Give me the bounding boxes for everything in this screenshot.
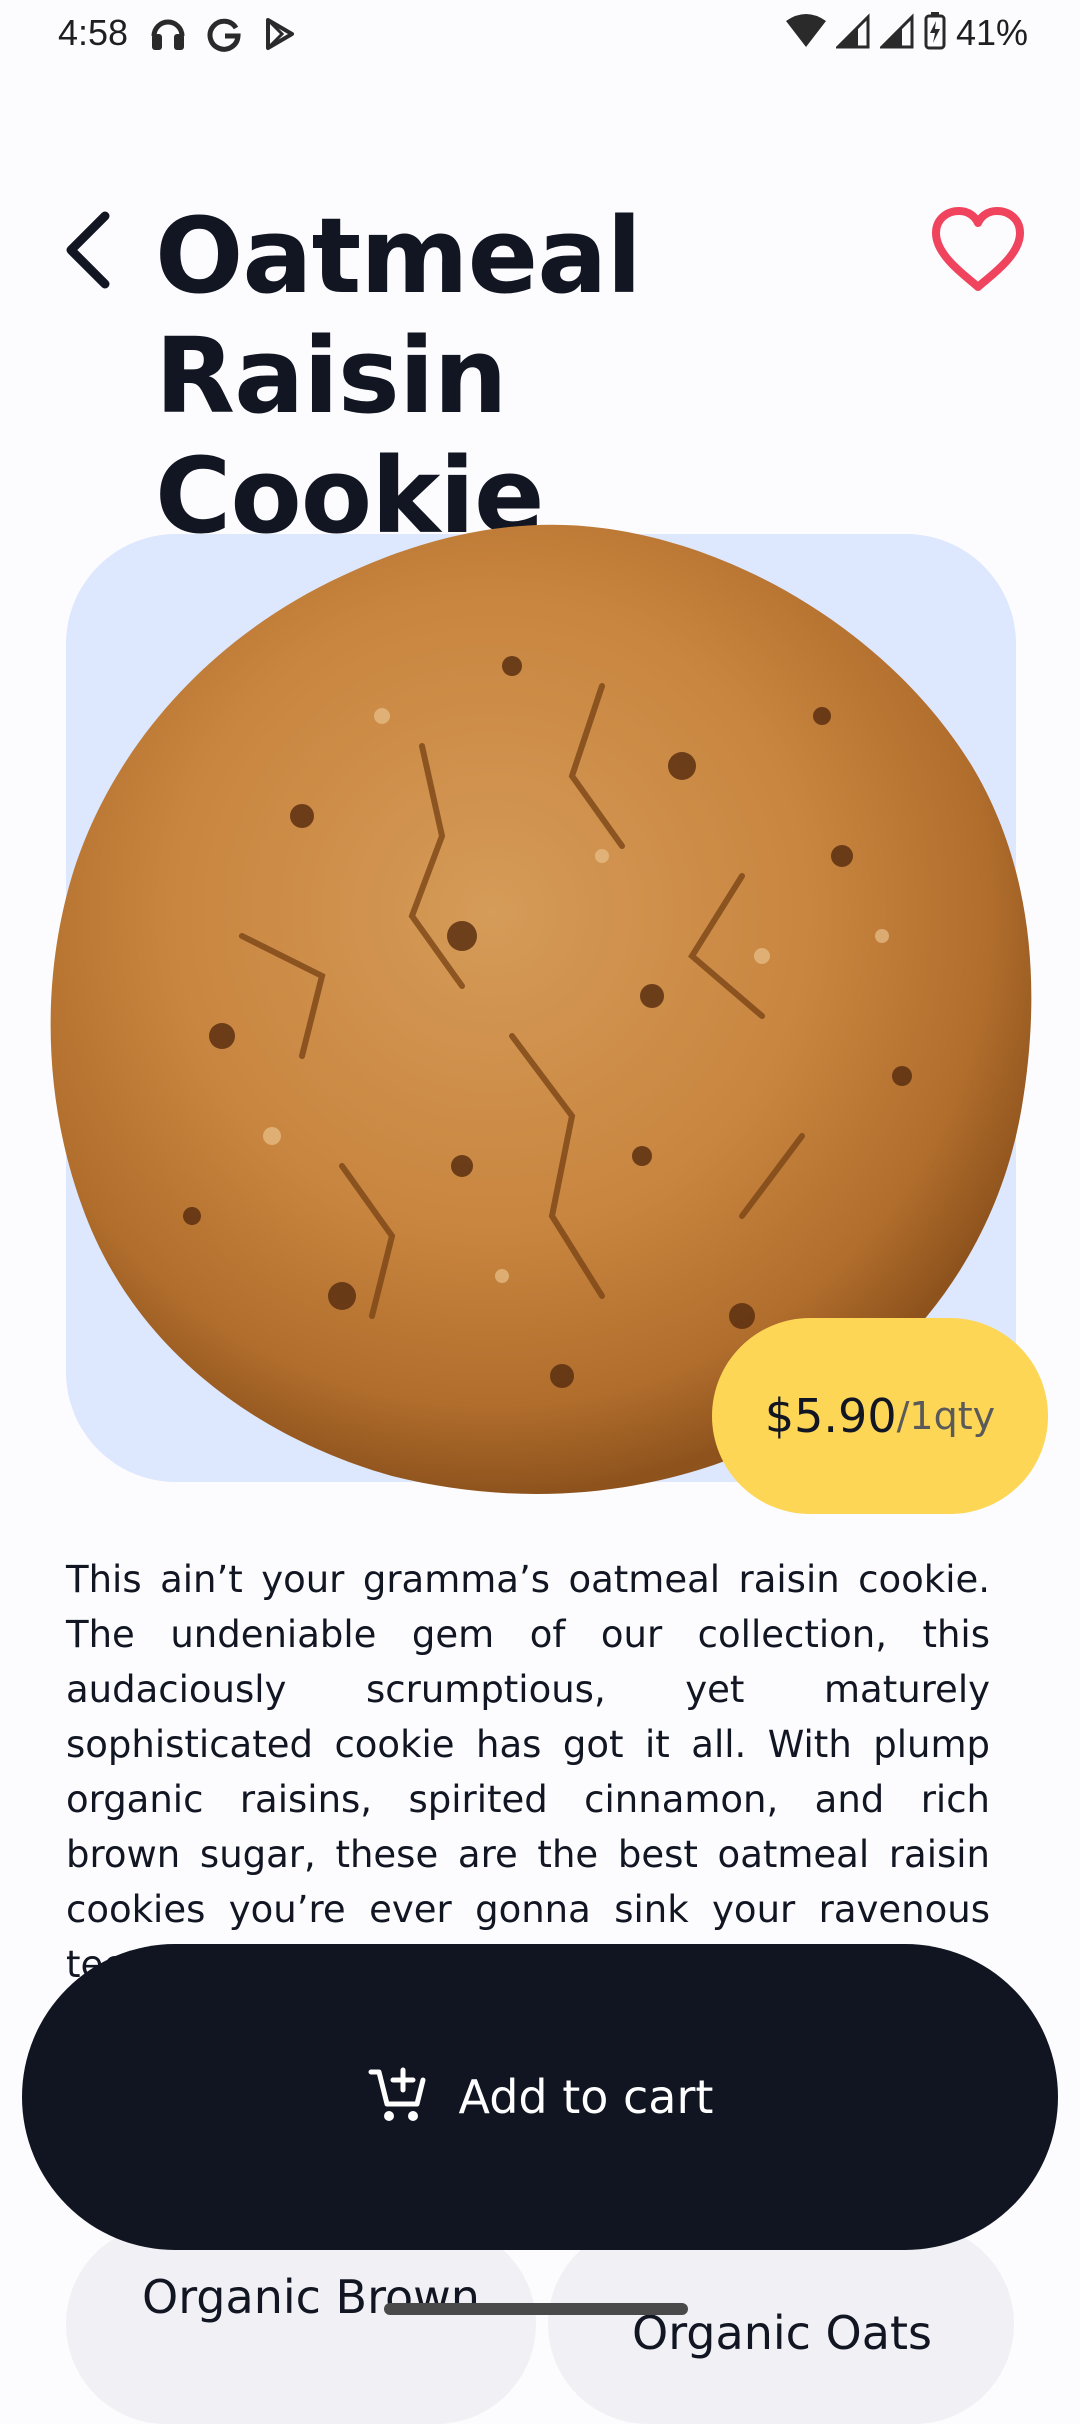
ingredient-label: Organic Brown <box>142 2270 480 2324</box>
product-description: This ain’t your gramma’s oatmeal raisin … <box>66 1558 990 1986</box>
gesture-home-bar[interactable] <box>384 2303 688 2315</box>
status-notification-icons <box>150 14 298 58</box>
headset-icon <box>150 14 186 58</box>
signal-icon <box>878 13 914 53</box>
product-title: Oatmeal Raisin Cookie <box>155 195 642 557</box>
chevron-left-icon <box>63 210 113 294</box>
ingredient-chip[interactable] <box>66 2224 536 2424</box>
price-value: $5.90 <box>764 1389 897 1443</box>
add-to-cart-button[interactable]: Add to cart <box>22 1944 1058 2250</box>
status-system-icons: 41% <box>785 12 1028 54</box>
battery-charging-icon <box>924 12 946 54</box>
status-time: 4:58 <box>58 12 129 53</box>
price-unit: /1qty <box>896 1394 996 1438</box>
favorite-button[interactable] <box>928 202 1028 302</box>
signal-icon <box>834 13 870 53</box>
battery-percentage: 41% <box>955 12 1028 53</box>
google-icon <box>206 14 242 58</box>
heart-icon <box>930 207 1026 297</box>
status-bar: 4:58 41% <box>0 0 1080 70</box>
play-store-icon <box>262 14 298 58</box>
cart-add-icon <box>367 2064 429 2130</box>
add-to-cart-label: Add to cart <box>458 2070 714 2124</box>
wifi-icon <box>785 13 826 53</box>
back-button[interactable] <box>56 210 120 294</box>
price-badge: $5.90/1qty <box>712 1318 1048 1514</box>
